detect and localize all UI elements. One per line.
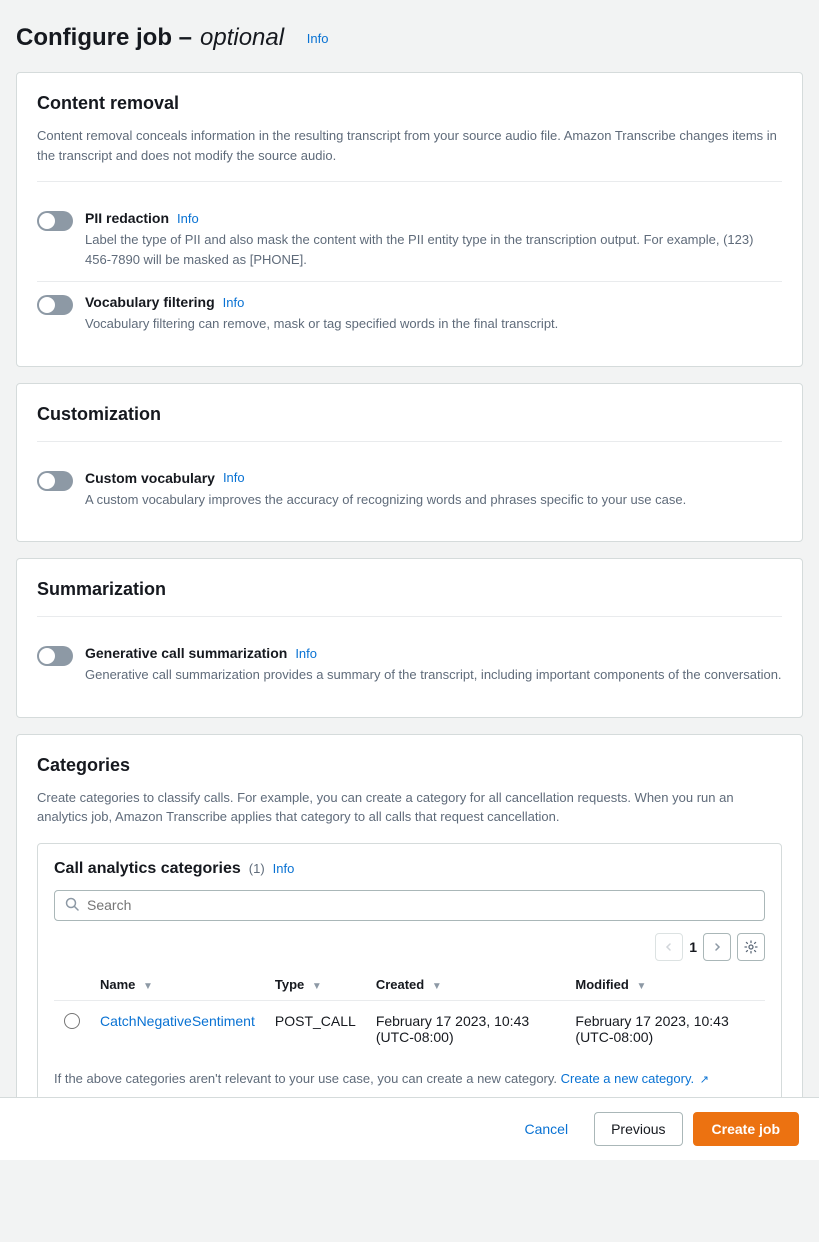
generative-call-info-link[interactable]: Info bbox=[295, 646, 317, 661]
customization-title: Customization bbox=[37, 404, 782, 425]
pii-redaction-label: PII redaction bbox=[85, 210, 169, 226]
created-sort-icon[interactable]: ▼ bbox=[432, 981, 442, 992]
inner-card-info-link[interactable]: Info bbox=[273, 861, 295, 876]
custom-vocabulary-info-link[interactable]: Info bbox=[223, 470, 245, 485]
row-name-link[interactable]: CatchNegativeSentiment bbox=[100, 1013, 255, 1029]
pagination-current: 1 bbox=[689, 939, 697, 955]
summarization-title: Summarization bbox=[37, 579, 782, 600]
modified-sort-icon[interactable]: ▼ bbox=[636, 981, 646, 992]
create-new-category-link[interactable]: Create a new category. ↗ bbox=[561, 1071, 709, 1086]
pii-redaction-toggle[interactable] bbox=[37, 211, 73, 231]
custom-vocabulary-description: A custom vocabulary improves the accurac… bbox=[85, 490, 686, 510]
col-created: Created ▼ bbox=[366, 969, 566, 1001]
page-title-info-link[interactable]: Info bbox=[307, 31, 329, 46]
customization-card: Customization Custom vocabulary Info A c… bbox=[16, 383, 803, 543]
row-radio[interactable] bbox=[64, 1013, 80, 1029]
name-sort-icon[interactable]: ▼ bbox=[143, 981, 153, 992]
pagination-next-button[interactable] bbox=[703, 933, 731, 961]
categories-title: Categories bbox=[37, 755, 782, 776]
search-icon bbox=[65, 897, 79, 914]
pii-redaction-row: PII redaction Info Label the type of PII… bbox=[37, 198, 782, 281]
table-row: CatchNegativeSentiment POST_CALL Februar… bbox=[54, 1000, 765, 1057]
page-title: Configure job – optional Info bbox=[16, 24, 803, 52]
vocabulary-filtering-toggle[interactable] bbox=[37, 295, 73, 315]
create-job-button[interactable]: Create job bbox=[693, 1112, 799, 1146]
col-type: Type ▼ bbox=[265, 969, 366, 1001]
summarization-card: Summarization Generative call summarizat… bbox=[16, 558, 803, 718]
vocabulary-filtering-label: Vocabulary filtering bbox=[85, 294, 215, 310]
vocabulary-filtering-description: Vocabulary filtering can remove, mask or… bbox=[85, 314, 558, 334]
col-select bbox=[54, 969, 90, 1001]
vocabulary-filtering-row: Vocabulary filtering Info Vocabulary fil… bbox=[37, 281, 782, 346]
custom-vocabulary-toggle[interactable] bbox=[37, 471, 73, 491]
categories-description: Create categories to classify calls. For… bbox=[37, 788, 782, 827]
count-badge: (1) bbox=[249, 861, 265, 876]
external-link-icon: ↗ bbox=[700, 1074, 709, 1086]
pagination-row: 1 bbox=[54, 933, 765, 961]
cancel-button[interactable]: Cancel bbox=[508, 1112, 584, 1146]
settings-button[interactable] bbox=[737, 933, 765, 961]
generative-call-toggle[interactable] bbox=[37, 646, 73, 666]
footer-note: If the above categories aren't relevant … bbox=[54, 1069, 765, 1089]
row-modified: February 17 2023, 10:43 (UTC-08:00) bbox=[565, 1000, 765, 1057]
row-type: POST_CALL bbox=[265, 1000, 366, 1057]
previous-button[interactable]: Previous bbox=[594, 1112, 682, 1146]
search-bar bbox=[54, 890, 765, 921]
search-input[interactable] bbox=[87, 897, 754, 913]
generative-call-label: Generative call summarization bbox=[85, 645, 287, 661]
action-bar: Cancel Previous Create job bbox=[0, 1097, 819, 1160]
custom-vocabulary-label: Custom vocabulary bbox=[85, 470, 215, 486]
pii-redaction-info-link[interactable]: Info bbox=[177, 211, 199, 226]
generative-call-description: Generative call summarization provides a… bbox=[85, 665, 782, 685]
categories-card: Categories Create categories to classify… bbox=[16, 734, 803, 1127]
categories-table: Name ▼ Type ▼ Created ▼ Modified bbox=[54, 969, 765, 1057]
content-removal-card: Content removal Content removal conceals… bbox=[16, 72, 803, 367]
col-modified: Modified ▼ bbox=[565, 969, 765, 1001]
pagination-prev-button[interactable] bbox=[655, 933, 683, 961]
inner-card-title: Call analytics categories bbox=[54, 860, 241, 878]
call-analytics-inner-card: Call analytics categories (1) Info bbox=[37, 843, 782, 1106]
col-name: Name ▼ bbox=[90, 969, 265, 1001]
type-sort-icon[interactable]: ▼ bbox=[312, 981, 322, 992]
pii-redaction-description: Label the type of PII and also mask the … bbox=[85, 230, 782, 269]
content-removal-description: Content removal conceals information in … bbox=[37, 126, 782, 165]
custom-vocabulary-row: Custom vocabulary Info A custom vocabula… bbox=[37, 458, 782, 522]
generative-call-row: Generative call summarization Info Gener… bbox=[37, 633, 782, 697]
vocabulary-filtering-info-link[interactable]: Info bbox=[223, 295, 245, 310]
row-created: February 17 2023, 10:43 (UTC-08:00) bbox=[366, 1000, 566, 1057]
content-removal-title: Content removal bbox=[37, 93, 782, 114]
